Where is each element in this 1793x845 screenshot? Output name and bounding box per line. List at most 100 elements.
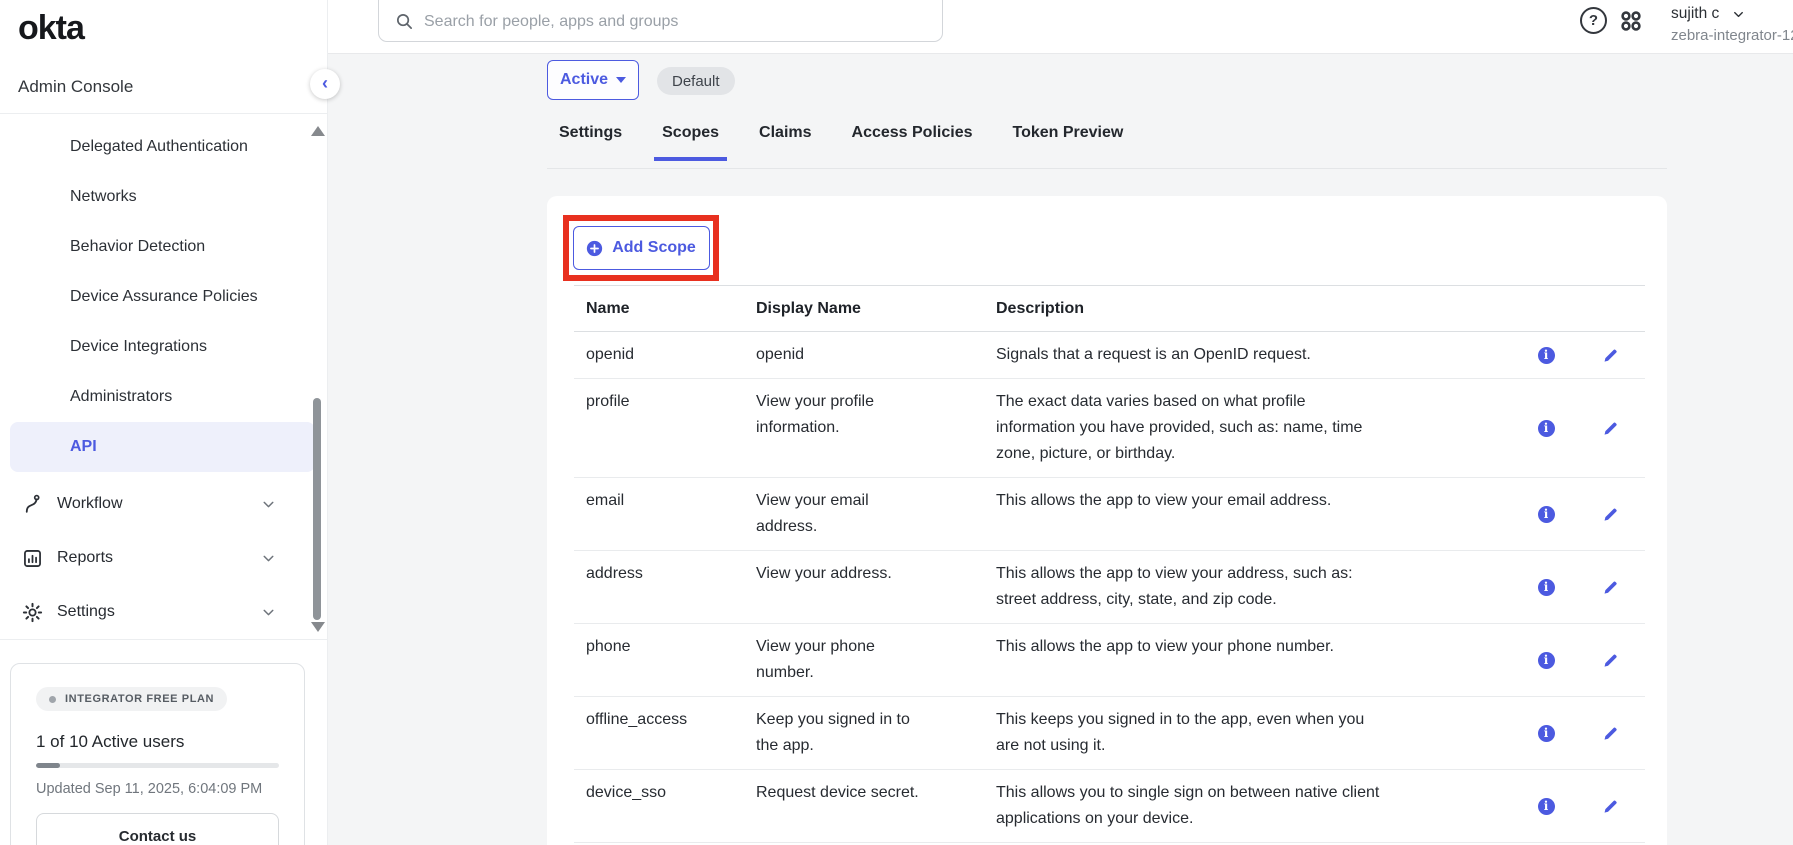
column-header-name: Name — [574, 296, 744, 322]
sidebar-item-device-integrations[interactable]: Device Integrations — [10, 322, 315, 372]
edit-pencil-icon[interactable] — [1602, 347, 1619, 364]
sidebar-section-label: Reports — [57, 549, 113, 567]
column-header-description: Description — [984, 296, 1516, 322]
help-icon[interactable] — [1580, 7, 1607, 34]
edit-pencil-icon[interactable] — [1602, 725, 1619, 742]
active-users-count: 1 of 10 Active users — [36, 732, 279, 752]
settings-icon — [22, 602, 43, 623]
table-row-phone: phoneView your phone number.This allows … — [574, 624, 1645, 697]
info-icon[interactable]: i — [1538, 579, 1555, 596]
tab-settings[interactable]: Settings — [551, 124, 630, 161]
info-icon[interactable]: i — [1538, 798, 1555, 815]
sidebar-item-api[interactable]: API — [10, 422, 315, 472]
tab-access-policies[interactable]: Access Policies — [844, 124, 981, 161]
scope-description: Signals that a request is an OpenID requ… — [984, 342, 1516, 368]
scope-display-name: Keep you signed in to the app. — [744, 707, 984, 759]
sidebar-collapse-button[interactable] — [310, 69, 340, 99]
info-icon[interactable]: i — [1538, 652, 1555, 669]
user-name: sujith c — [1671, 5, 1719, 23]
chevron-down-icon — [260, 604, 277, 621]
scope-description: This allows the app to view your phone n… — [984, 634, 1516, 686]
sidebar-section-workflow[interactable]: Workflow — [0, 477, 327, 531]
contact-us-button[interactable]: Contact us — [36, 813, 279, 845]
annotation-highlight-box: Add Scope — [563, 215, 719, 281]
scope-description: The exact data varies based on what prof… — [984, 389, 1516, 467]
info-icon[interactable]: i — [1538, 420, 1555, 437]
status-dropdown[interactable]: Active — [547, 60, 639, 100]
sidebar: okta Admin Console Delegated Authenticat… — [0, 0, 328, 845]
info-icon[interactable]: i — [1538, 506, 1555, 523]
sidebar-item-networks[interactable]: Networks — [10, 172, 315, 222]
sidebar-section-label: Settings — [57, 603, 115, 621]
sidebar-item-device-assurance-policies[interactable]: Device Assurance Policies — [10, 272, 315, 322]
search-icon — [395, 12, 414, 31]
add-scope-button[interactable]: Add Scope — [573, 226, 710, 270]
edit-pencil-icon[interactable] — [1602, 798, 1619, 815]
chevron-down-icon — [260, 550, 277, 567]
search-input[interactable] — [424, 13, 928, 31]
scope-display-name: View your email address. — [744, 488, 984, 540]
sidebar-scrollbar[interactable] — [313, 398, 321, 620]
sidebar-item-behavior-detection[interactable]: Behavior Detection — [10, 222, 315, 272]
scope-name: email — [574, 488, 744, 540]
scope-display-name: View your profile information. — [744, 389, 984, 467]
scope-description: This allows the app to view your address… — [984, 561, 1516, 613]
table-row-device-sso: device_ssoRequest device secret.This all… — [574, 770, 1645, 843]
sidebar-item-delegated-authentication[interactable]: Delegated Authentication — [10, 122, 315, 172]
scope-display-name: openid — [744, 342, 984, 368]
scope-name: phone — [574, 634, 744, 686]
scope-name: address — [574, 561, 744, 613]
edit-pencil-icon[interactable] — [1602, 420, 1619, 437]
tabs-baseline — [547, 168, 1667, 169]
table-row-email: emailView your email address.This allows… — [574, 478, 1645, 551]
plan-badge: INTEGRATOR FREE PLAN — [36, 687, 227, 711]
edit-pencil-icon[interactable] — [1602, 652, 1619, 669]
tab-claims[interactable]: Claims — [751, 124, 819, 161]
scope-name: openid — [574, 342, 744, 368]
scope-display-name: View your address. — [744, 561, 984, 613]
sidebar-item-administrators[interactable]: Administrators — [10, 372, 315, 422]
sidebar-sections: Workflow Reports Settings — [0, 477, 327, 639]
plan-updated-timestamp: Updated Sep 11, 2025, 6:04:09 PM — [36, 781, 279, 797]
tab-bar: Settings Scopes Claims Access Policies Token… — [551, 124, 1131, 161]
default-badge: Default — [657, 67, 735, 95]
table-row-openid: openidopenidSignals that a request is an… — [574, 332, 1645, 379]
info-icon[interactable]: i — [1538, 347, 1555, 364]
apps-grid-icon[interactable] — [1617, 7, 1645, 35]
info-icon[interactable]: i — [1538, 725, 1555, 742]
scope-name: profile — [574, 389, 744, 467]
edit-pencil-icon[interactable] — [1602, 506, 1619, 523]
okta-logo: okta — [0, 0, 327, 47]
scope-description: This keeps you signed in to the app, eve… — [984, 707, 1516, 759]
scope-display-name: Request device secret. — [744, 780, 984, 832]
scope-name: offline_access — [574, 707, 744, 759]
plan-status-dot — [49, 696, 56, 703]
active-users-progress-fill — [36, 763, 60, 768]
plan-card: INTEGRATOR FREE PLAN 1 of 10 Active user… — [10, 663, 305, 845]
table-header: Name Display Name Description — [574, 285, 1645, 332]
user-menu[interactable]: sujith c zebra-integrator-12 — [1671, 5, 1793, 44]
edit-pencil-icon[interactable] — [1602, 579, 1619, 596]
column-header-display-name: Display Name — [744, 296, 984, 322]
global-search[interactable] — [378, 0, 943, 42]
scope-display-name: View your phone number. — [744, 634, 984, 686]
table-row-offline-access: offline_accessKeep you signed in to the … — [574, 697, 1645, 770]
console-title: Admin Console — [0, 47, 327, 113]
active-users-progress — [36, 763, 279, 768]
sidebar-scroll-down-arrow[interactable] — [311, 622, 325, 632]
sidebar-scroll-up-arrow[interactable] — [311, 126, 325, 136]
tab-token-preview[interactable]: Token Preview — [1004, 124, 1131, 161]
tab-scopes[interactable]: Scopes — [654, 124, 727, 161]
sidebar-subnav: Delegated AuthenticationNetworksBehavior… — [0, 114, 327, 472]
caret-down-icon — [616, 77, 626, 83]
scopes-table: Name Display Name Description openidopen… — [574, 285, 1645, 843]
main-content: Active Default Settings Scopes Claims Acces… — [328, 54, 1793, 845]
workflow-icon — [22, 494, 43, 515]
sidebar-section-reports[interactable]: Reports — [0, 531, 327, 585]
table-row-profile: profileView your profile information.The… — [574, 379, 1645, 478]
table-row-address: addressView your address.This allows the… — [574, 551, 1645, 624]
table-body: openidopenidSignals that a request is an… — [574, 332, 1645, 843]
scope-description: This allows you to single sign on betwee… — [984, 780, 1516, 832]
sidebar-section-settings[interactable]: Settings — [0, 585, 327, 639]
sidebar-divider — [0, 639, 327, 640]
